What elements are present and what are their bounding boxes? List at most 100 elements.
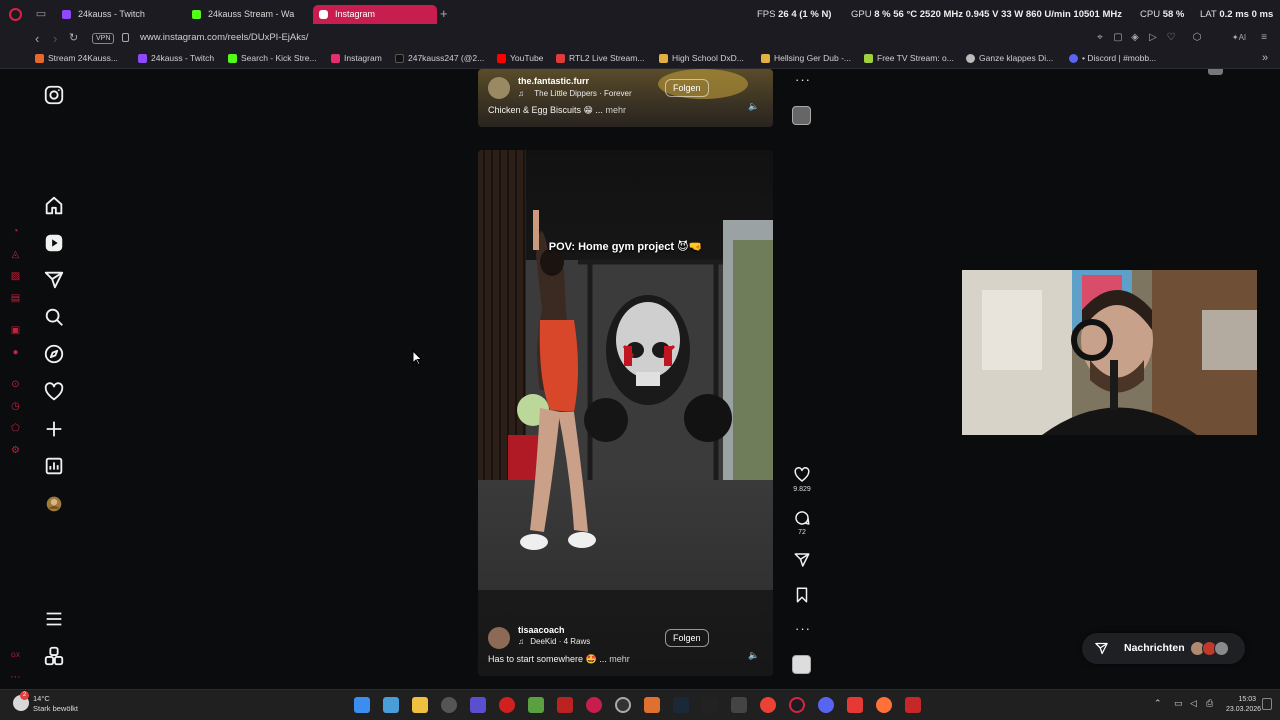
follow-button[interactable]: Folgen [665, 629, 709, 647]
bookmark-item[interactable]: RTL2 Live Stream... [556, 53, 644, 63]
create-icon[interactable] [43, 418, 65, 440]
bookmark-item[interactable]: Free TV Stream: o... [864, 53, 954, 63]
audio-thumbnail-icon[interactable] [792, 655, 811, 674]
messages-button[interactable]: Nachrichten [1082, 633, 1245, 664]
steam-icon[interactable] [673, 697, 689, 713]
reel-audio[interactable]: ♫ The Little Dippers · Forever [518, 89, 632, 98]
menu-lines-icon[interactable]: ≡ [1259, 33, 1269, 43]
pin-icon[interactable]: ⌖ [1095, 33, 1105, 43]
player-sidebar-icon[interactable]: ▤ [10, 293, 21, 304]
extensions-icon[interactable]: ⬡ [1192, 33, 1202, 43]
dashboard-icon[interactable] [43, 455, 65, 477]
app-icon[interactable] [847, 697, 863, 713]
app-icon[interactable] [586, 697, 602, 713]
reel-author-avatar[interactable] [488, 627, 510, 649]
snapshot-sidebar-icon[interactable]: ▨ [10, 271, 21, 282]
reel-username[interactable]: the.fantastic.furr [518, 76, 589, 86]
follow-button[interactable]: Folgen [665, 79, 709, 97]
more-link[interactable]: mehr [605, 105, 626, 115]
firefox-icon[interactable] [876, 697, 892, 713]
speaker-icon[interactable]: 🔈 [748, 101, 759, 112]
network-icon[interactable]: ▭ [1174, 698, 1183, 709]
url-field[interactable]: www.instagram.com/reels/DUxPI-EjAks/ [140, 32, 308, 43]
menu-icon[interactable] [43, 608, 65, 630]
reel-author-avatar[interactable] [488, 77, 510, 99]
mouse-app-icon[interactable] [441, 697, 457, 713]
bookmark-item[interactable]: 247kauss247 (@2... [395, 53, 484, 63]
search-icon[interactable] [43, 306, 65, 328]
like-button[interactable]: 9.829 [792, 466, 812, 493]
more-sidebar-icon[interactable]: ⋯ [10, 672, 21, 683]
bookmark-item[interactable]: YouTube [497, 53, 543, 63]
forward-button[interactable]: › [53, 31, 57, 46]
more-options-icon[interactable]: ··· [795, 73, 811, 86]
youtube-sidebar-icon[interactable]: ● [10, 347, 21, 358]
heart-icon[interactable] [43, 381, 65, 403]
app-icon[interactable] [644, 697, 660, 713]
bookmark-item[interactable]: Search - Kick Stre... [228, 53, 317, 63]
settings-sidebar-icon[interactable]: ⚙ [10, 445, 21, 456]
opera-logo-icon[interactable] [9, 8, 22, 21]
windows-start-icon[interactable] [354, 697, 370, 713]
explore-icon[interactable] [43, 343, 65, 365]
extensions-sidebar-icon[interactable]: ⬠ [10, 423, 21, 434]
share-button[interactable] [792, 551, 812, 569]
play-icon[interactable]: ▷ [1148, 33, 1158, 43]
more-options-icon[interactable]: ··· [795, 622, 811, 635]
reload-button[interactable]: ↻ [69, 31, 78, 46]
app-icon[interactable] [702, 697, 718, 713]
more-link[interactable]: mehr [609, 654, 630, 664]
lock-icon[interactable] [122, 33, 129, 42]
save-button[interactable] [792, 586, 812, 604]
send-icon[interactable] [43, 269, 65, 291]
bookmark-item[interactable]: Ganze klappes Di... [966, 53, 1053, 63]
meta-apps-icon[interactable] [43, 645, 65, 667]
twitch-sidebar-icon[interactable]: ▣ [10, 325, 21, 336]
opera-gx-icon[interactable] [499, 697, 515, 713]
bookmark-item[interactable]: Hellsing Ger Dub -... [761, 53, 851, 63]
app-icon[interactable] [557, 697, 573, 713]
bookmark-item[interactable]: Stream 24Kauss... [35, 53, 118, 63]
tab-overview-icon[interactable]: ▭ [35, 8, 47, 20]
instagram-logo-icon[interactable] [43, 84, 65, 106]
vpn-badge[interactable]: VPN [92, 33, 115, 44]
reels-icon[interactable] [43, 232, 65, 254]
bookmark-sidebar-icon[interactable]: ◬ [10, 249, 21, 260]
app-icon[interactable] [731, 697, 747, 713]
reel-audio[interactable]: ♫ DeeKid · 4 Raws [518, 637, 590, 646]
notifications-icon[interactable] [1262, 698, 1272, 710]
comment-button[interactable]: 72 [792, 509, 812, 536]
obs-icon[interactable] [615, 697, 631, 713]
game-launcher-icon[interactable] [528, 697, 544, 713]
speaker-icon[interactable]: 🔈 [748, 650, 759, 661]
clock[interactable]: 15:03 23.03.2026 [1226, 695, 1261, 715]
vpn-app-icon[interactable] [470, 697, 486, 713]
tray-overflow-icon[interactable]: ⌃ [1154, 698, 1162, 709]
bookmarks-overflow-icon[interactable]: » [1262, 52, 1268, 64]
discord-icon[interactable] [818, 697, 834, 713]
weather-widget[interactable]: 14°C Stark bewölkt [33, 694, 78, 714]
reel-caption[interactable]: Chicken & Egg Biscuits 😁 ... mehr [488, 105, 626, 116]
home-icon[interactable] [43, 195, 65, 217]
tab-twitch[interactable]: 24kauss - Twitch [56, 5, 182, 24]
bookmark-item[interactable]: 24kauss - Twitch [138, 53, 214, 63]
tab-instagram[interactable]: Instagram [313, 5, 437, 24]
volume-icon[interactable]: ◁ [1190, 698, 1197, 709]
shield-icon[interactable]: ◈ [1130, 33, 1140, 43]
gx-icon[interactable]: GX [10, 651, 21, 662]
messenger-sidebar-icon[interactable]: ⊙ [10, 379, 21, 390]
language-icon[interactable]: ⎙ [1206, 698, 1213, 709]
reel-previous[interactable]: the.fantastic.furr ♫ The Little Dippers … [478, 69, 773, 127]
file-explorer-icon[interactable] [412, 697, 428, 713]
reel-username[interactable]: tisaacoach [518, 625, 565, 635]
calculator-icon[interactable] [383, 697, 399, 713]
snapshot-icon[interactable]: ▢ [1113, 33, 1123, 43]
reel-current[interactable]: POV: Home gym project 😈🤜 tisaacoach ♫ De… [478, 150, 773, 676]
bookmark-item[interactable]: • Discord | #mobb... [1069, 53, 1156, 63]
ai-icon[interactable]: ✦AI [1230, 33, 1248, 43]
audio-thumbnail-icon[interactable] [792, 106, 811, 125]
new-tab-button[interactable]: + [440, 7, 448, 21]
back-button[interactable]: ‹ [35, 31, 39, 46]
heart-bookmark-icon[interactable]: ♡ [1166, 33, 1176, 43]
bookmark-item[interactable]: High School DxD... [659, 53, 744, 63]
